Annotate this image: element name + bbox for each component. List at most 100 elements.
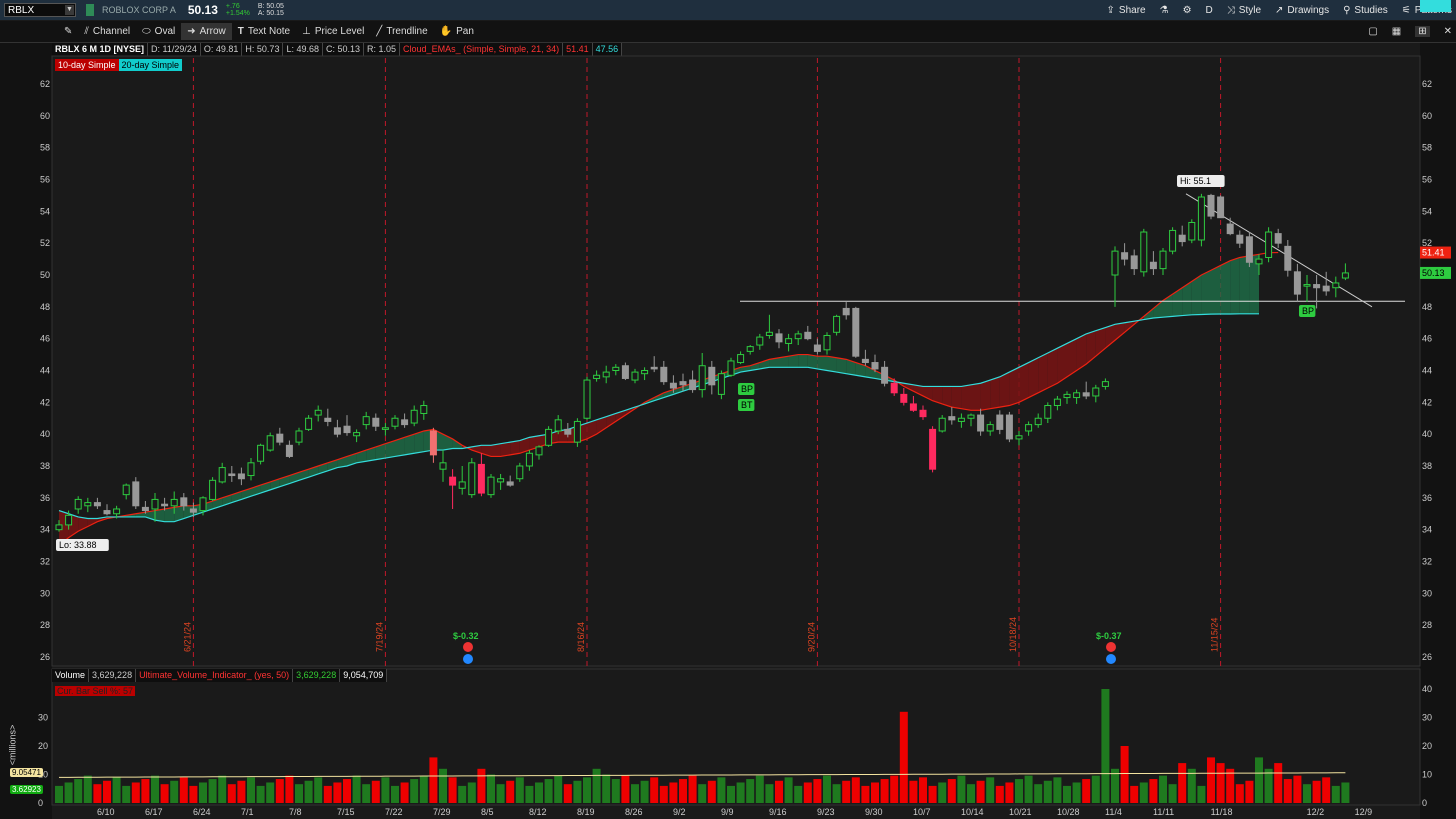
candle-body	[257, 444, 265, 462]
period-label: D	[1205, 4, 1213, 16]
price-chart[interactable]: 6262606058585656545452525050484846464444…	[0, 0, 1456, 819]
candle-body	[1207, 194, 1215, 217]
volume-bar	[179, 777, 188, 803]
volume-bar	[1235, 784, 1244, 803]
volume-avg-tag: 9.05471	[10, 768, 43, 777]
patterns-button[interactable]: ⚟ Patterns	[1402, 5, 1452, 16]
x-axis-tick: 6/24	[193, 807, 211, 817]
flask-button[interactable]: ⚗	[1160, 5, 1169, 16]
candle-body	[593, 374, 601, 379]
cloud-segment	[971, 383, 981, 411]
ma20-legend[interactable]: 20-day Simple	[118, 59, 183, 71]
volume-bar	[410, 779, 419, 803]
volume-bar	[1303, 784, 1311, 803]
volume-bar	[1111, 768, 1119, 803]
volume-bar	[506, 780, 515, 803]
text-note-tool[interactable]: T Text Note	[232, 23, 296, 40]
cursor-tool[interactable]: ✎	[58, 23, 78, 40]
cloud-segment	[529, 435, 539, 451]
candle-body	[1073, 392, 1081, 399]
symbol-text: RBLX	[8, 4, 35, 16]
candle-body	[977, 414, 985, 432]
studies-button[interactable]: ⚲ Studies	[1343, 5, 1388, 16]
drawings-button[interactable]: ↗ Drawings	[1275, 5, 1329, 16]
cloud-segment	[1028, 357, 1039, 398]
candle-body	[314, 409, 322, 416]
candle-body	[641, 370, 649, 375]
volume-bar	[400, 782, 409, 803]
bar-date: D: 11/29/24	[148, 43, 201, 56]
lo-label-bg	[56, 539, 109, 551]
change-abs: +.76	[225, 3, 240, 10]
volume-bar	[1322, 777, 1331, 803]
close-panel-icon[interactable]: ✕	[1444, 26, 1452, 37]
cloud-segment	[1201, 270, 1211, 315]
volume-indicator-label[interactable]: Ultimate_Volume_Indicator_ (yes, 50)	[136, 669, 294, 682]
volume-bar	[1072, 782, 1081, 803]
price-level-tool[interactable]: ⊥ Price Level	[296, 23, 370, 40]
ma10-legend[interactable]: 10-day Simple	[55, 59, 119, 71]
candle-body	[333, 427, 341, 435]
x-axis-tick: 8/19	[577, 807, 595, 817]
volume-bar	[554, 775, 563, 803]
cloud-segment	[452, 438, 463, 449]
period-button[interactable]: D	[1206, 5, 1213, 16]
cloud-segment	[779, 356, 789, 368]
cloud-segment	[107, 516, 117, 519]
volume-bar	[371, 780, 380, 803]
volume-bar	[122, 785, 131, 803]
volume-bar	[1063, 785, 1071, 803]
candle-body	[362, 416, 370, 426]
settings-button[interactable]: ⚙	[1183, 5, 1192, 16]
cloud-segment	[673, 386, 683, 395]
candle-body	[1178, 234, 1186, 243]
candle-body	[564, 428, 572, 435]
cloud-study-label[interactable]: Cloud_EMAs_ (Simple, Simple, 21, 34)	[400, 43, 564, 56]
candle-body	[55, 524, 63, 531]
volume-panel-frame	[51, 668, 1421, 806]
volume-value: 3,629,228	[89, 669, 137, 682]
candle-body	[1341, 272, 1349, 279]
x-axis-tick: 9/9	[721, 807, 734, 817]
all-layout-icon[interactable]: ⊞	[1415, 26, 1430, 37]
arrow-tool[interactable]: ➜ Arrow	[181, 23, 232, 40]
volume-bar	[650, 777, 659, 803]
candle-body	[833, 315, 841, 333]
style-button[interactable]: ⤨ Style	[1227, 5, 1261, 16]
candle-body	[1226, 223, 1234, 235]
trendline-tool[interactable]: ╱ Trendline	[370, 23, 433, 40]
cloud-segment	[1095, 327, 1106, 357]
bt-signal-bg	[738, 399, 755, 411]
candle-body	[439, 462, 447, 470]
grid-layout-icon[interactable]: ▦	[1392, 26, 1401, 37]
volume-bar	[784, 777, 793, 803]
candle-body	[401, 419, 409, 426]
volume-bar	[170, 780, 179, 803]
symbol-input[interactable]: RBLX ▼	[4, 3, 76, 17]
oval-tool[interactable]: ⬭ Oval	[136, 23, 181, 40]
candle-body	[65, 514, 73, 526]
candle-body	[113, 508, 121, 515]
channel-tool[interactable]: ⫽ Channel	[78, 23, 136, 40]
candle-body	[986, 424, 994, 432]
candle-body	[103, 510, 111, 515]
arrow-label: Arrow	[199, 26, 226, 37]
arrow-icon: ➜	[187, 26, 196, 37]
candle-body	[381, 427, 389, 430]
candle-body	[1025, 424, 1033, 432]
candle-body	[228, 473, 236, 477]
pan-tool[interactable]: ✋ Pan	[434, 23, 480, 40]
symbol-dropdown-icon[interactable]: ▼	[65, 5, 74, 15]
single-layout-icon[interactable]: ▢	[1368, 26, 1377, 37]
volume-bar	[103, 780, 111, 803]
share-button[interactable]: ⇪ Share	[1107, 5, 1146, 16]
candle-body	[516, 465, 524, 480]
cloud-segment	[836, 357, 847, 374]
volume-bar	[919, 777, 927, 803]
volume-bar	[823, 775, 831, 803]
volume-bar	[1082, 779, 1091, 803]
candle-body	[689, 379, 697, 391]
link-color-icon[interactable]	[86, 4, 94, 16]
volume-bar	[1197, 785, 1206, 803]
volume-bar	[467, 782, 476, 803]
